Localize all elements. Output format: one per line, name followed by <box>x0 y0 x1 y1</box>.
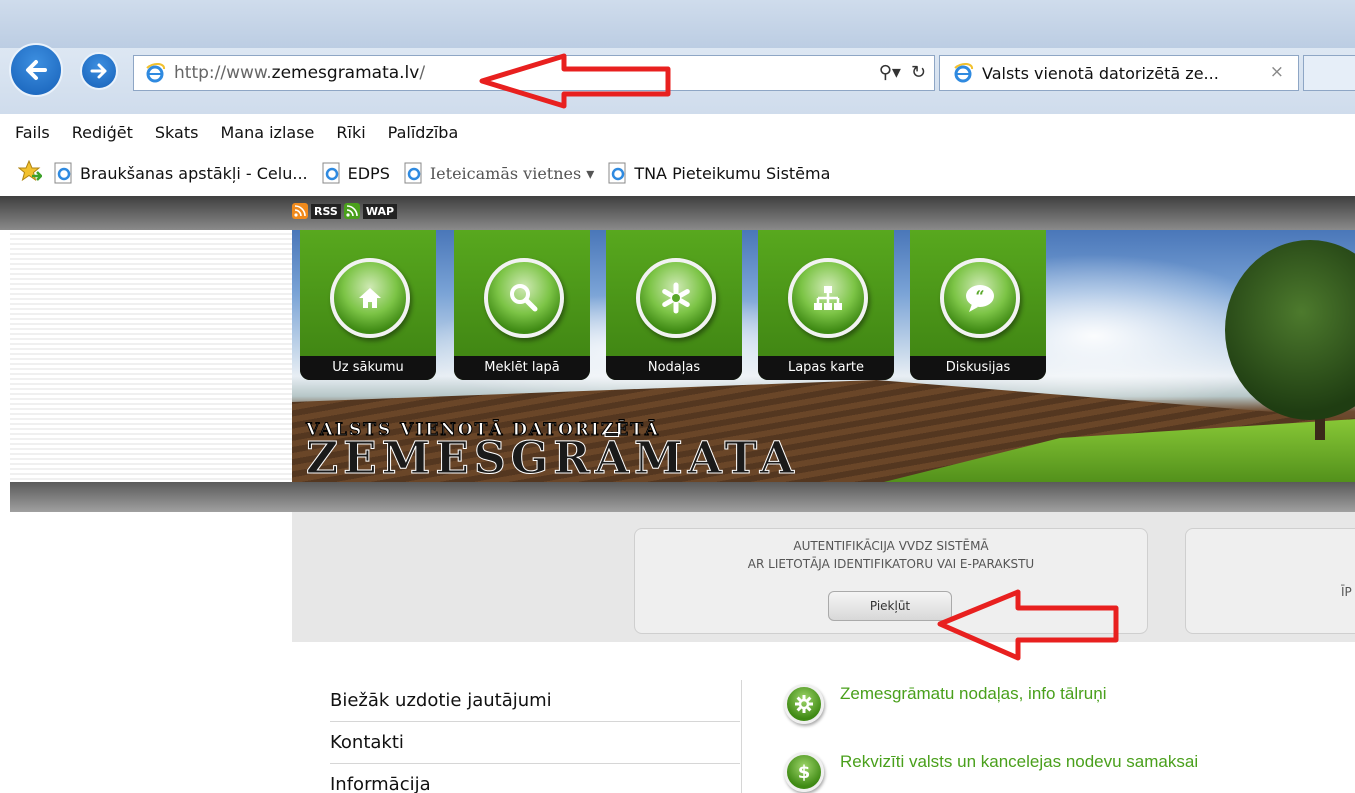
tile-departments[interactable]: Nodaļas <box>606 230 742 380</box>
tile-discussions[interactable]: “ Diskusijas <box>910 230 1046 380</box>
feed-links: RSS WAP <box>292 203 398 219</box>
ie-page-icon <box>608 162 628 184</box>
favorite-item-suggested-sites[interactable]: Ieteicamās vietnes ▾ <box>404 162 594 184</box>
annotation-arrow-address <box>479 53 671 109</box>
arrow-left-icon <box>26 60 47 80</box>
window-titlebar <box>0 0 1355 48</box>
link-departments-phones[interactable]: Zemesgrāmatu nodaļas, info tālruņi <box>784 684 1106 724</box>
dollar-icon: $ <box>784 752 824 792</box>
ie-page-icon <box>404 162 424 184</box>
tile-label: Diskusijas <box>910 356 1046 380</box>
link-fee-requisites[interactable]: $ Rekvizīti valsts un kancelejas nodevu … <box>784 752 1198 792</box>
ie-tab-icon <box>950 60 976 86</box>
favorite-label: Braukšanas apstākļi - Celu... <box>80 163 308 183</box>
menu-file[interactable]: Fails <box>15 123 50 142</box>
nav-item-faq[interactable]: Biežāk uzdotie jautājumi <box>330 680 740 722</box>
svg-text:“: “ <box>975 287 984 306</box>
content-divider <box>741 680 742 793</box>
magnifier-icon <box>484 258 564 338</box>
browser-tab[interactable]: Valsts vienotā datorizētā ze... × <box>939 55 1299 91</box>
tile-label: Meklēt lapā <box>454 356 590 380</box>
access-button[interactable]: Piekļūt <box>828 591 952 621</box>
tile-label: Nodaļas <box>606 356 742 380</box>
quote-bubble-icon: “ <box>940 258 1020 338</box>
wap-link[interactable]: WAP <box>362 203 398 219</box>
site-bottom-band <box>10 482 1355 512</box>
sitemap-icon <box>788 258 868 338</box>
auth-box-secondary: ĪP <box>1185 528 1355 634</box>
favorite-label: TNA Pieteikumu Sistēma <box>634 163 831 183</box>
arrow-right-icon <box>90 63 107 79</box>
close-tab-icon[interactable]: × <box>1270 62 1284 82</box>
gear-icon <box>784 684 824 724</box>
screen: http://www.zemesgramata.lv/ ⚲▾ ↻ Valsts … <box>0 0 1355 793</box>
refresh-icon[interactable]: ↻ <box>911 62 926 83</box>
tile-sitemap[interactable]: Lapas karte <box>758 230 894 380</box>
tile-search[interactable]: Meklēt lapā <box>454 230 590 380</box>
address-tools: ⚲▾ ↻ <box>879 62 926 83</box>
forward-button[interactable] <box>80 52 118 90</box>
annotation-arrow-access <box>937 589 1119 661</box>
wap-icon[interactable] <box>343 203 360 219</box>
link-label: Rekvizīti valsts un kancelejas nodevu sa… <box>840 752 1199 771</box>
logo-title[interactable]: ZEMESGRĀMATA <box>306 435 799 482</box>
ie-page-icon <box>322 162 342 184</box>
link-label: Zemesgrāmatu nodaļas, info tālruņi <box>840 684 1107 703</box>
menu-bar: Fails Rediģēt Skats Mana izlase Rīki Pal… <box>0 114 1355 150</box>
favorite-item-tna[interactable]: TNA Pieteikumu Sistēma <box>608 162 830 184</box>
auth-box-secondary-text: ĪP <box>1341 585 1352 599</box>
favorites-bar: Braukšanas apstākļi - Celu... EDPS Ietei… <box>0 150 1355 196</box>
left-decoration <box>10 230 292 482</box>
favorites-star-icon[interactable] <box>17 159 43 186</box>
favorite-label: Ieteicamās vietnes ▾ <box>429 163 595 183</box>
ie-page-icon <box>142 60 168 86</box>
tile-label: Lapas karte <box>758 356 894 380</box>
menu-view[interactable]: Skats <box>155 123 199 142</box>
rss-icon[interactable] <box>292 203 308 219</box>
auth-line-1: AUTENTIFIKĀCIJA VVDZ SISTĒMĀ <box>793 539 989 553</box>
favorite-item-edps[interactable]: EDPS <box>322 162 390 184</box>
left-navigation: Biežāk uzdotie jautājumi Kontakti Inform… <box>330 680 740 793</box>
favorite-label: EDPS <box>347 163 390 183</box>
nav-item-information[interactable]: Informācija <box>330 764 740 793</box>
tile-home[interactable]: Uz sākumu <box>300 230 436 380</box>
nav-item-contacts[interactable]: Kontakti <box>330 722 740 764</box>
menu-edit[interactable]: Rediģēt <box>72 123 133 142</box>
rss-link[interactable]: RSS <box>311 203 341 219</box>
auth-line-2: AR LIETOTĀJA IDENTIFIKATORU VAI E-PARAKS… <box>747 557 1035 571</box>
tab-title: Valsts vienotā datorizētā ze... <box>982 63 1219 83</box>
menu-tools[interactable]: Rīki <box>336 123 365 142</box>
new-tab-button[interactable] <box>1303 55 1355 91</box>
back-button[interactable] <box>9 43 63 97</box>
tile-label: Uz sākumu <box>300 356 436 380</box>
asterisk-icon <box>636 258 716 338</box>
search-icon[interactable]: ⚲▾ <box>879 62 901 83</box>
menu-favorites[interactable]: Mana izlase <box>220 123 314 142</box>
home-icon <box>330 258 410 338</box>
favorite-item-road-conditions[interactable]: Braukšanas apstākļi - Celu... <box>54 162 308 184</box>
menu-help[interactable]: Palīdzība <box>388 123 459 142</box>
address-url: http://www.zemesgramata.lv/ <box>174 63 426 83</box>
site-top-band <box>0 196 1355 230</box>
ie-page-icon <box>54 162 74 184</box>
